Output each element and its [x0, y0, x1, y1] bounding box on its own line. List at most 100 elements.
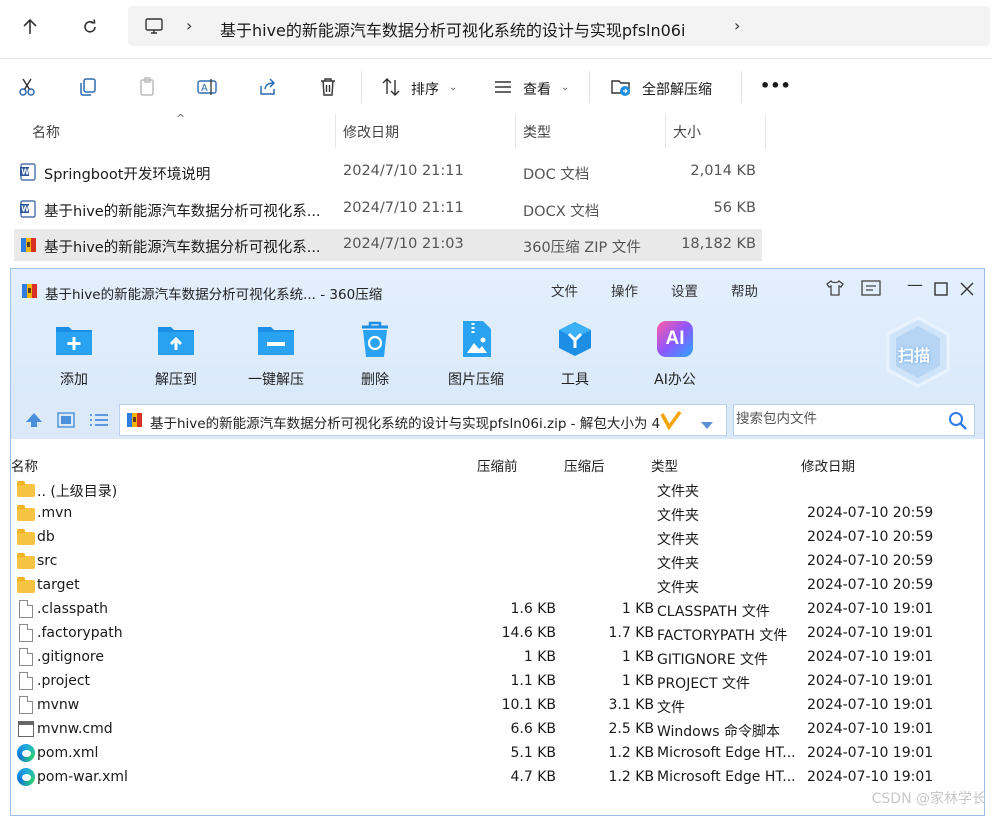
extract-to-button[interactable]: 解压到 [136, 319, 216, 389]
paste-icon[interactable] [137, 76, 159, 98]
file-row-selected[interactable]: 基于hive的新能源汽车数据分析可视化系... 2024/7/10 21:03 … [14, 229, 762, 261]
breadcrumb-chevron-icon[interactable]: › [186, 16, 192, 35]
column-header-after[interactable]: 压缩后 [564, 455, 605, 475]
entry-date: 2024-07-10 19:01 [807, 697, 934, 713]
column-header-size[interactable]: 大小 [673, 122, 701, 142]
search-input[interactable] [736, 411, 936, 427]
sort-button[interactable]: 排序 [411, 79, 439, 99]
archive-path-field[interactable]: 基于hive的新能源汽车数据分析可视化系统的设计与实现pfsln06i.zip … [119, 404, 727, 436]
entry-type: 文件夹 [657, 580, 699, 596]
entry-type: 文件夹 [657, 556, 699, 572]
column-header-type[interactable]: 类型 [523, 122, 551, 142]
edge-browser-icon [17, 744, 35, 762]
extract-all-icon[interactable] [610, 76, 632, 98]
thumbnail-view-icon[interactable] [57, 412, 75, 432]
column-divider[interactable] [665, 114, 666, 148]
image-compress-button[interactable]: 图片压缩 [436, 319, 516, 389]
word-docx-icon: W [20, 200, 36, 218]
archive-row[interactable]: target 文件夹 2024-07-10 20:59 [11, 574, 984, 598]
column-header-name[interactable]: 名称 [11, 455, 38, 475]
entry-type: 文件 [657, 700, 685, 716]
zip-archive-icon [20, 236, 36, 254]
archive-row[interactable]: pom-war.xml 4.7 KB 1.2 KB Microsoft Edge… [11, 766, 984, 790]
up-arrow-icon[interactable] [17, 14, 43, 40]
maximize-icon[interactable] [934, 281, 948, 300]
archive-row[interactable]: db 文件夹 2024-07-10 20:59 [11, 526, 984, 550]
entry-date: 2024-07-10 19:01 [807, 673, 934, 689]
column-header-date[interactable]: 修改日期 [801, 455, 855, 475]
archive-row[interactable]: .. (上级目录) 文件夹 [11, 478, 984, 502]
archive-row[interactable]: mvnw.cmd 6.6 KB 2.5 KB Windows 命令脚本 2024… [11, 718, 984, 742]
skin-icon[interactable] [825, 279, 845, 301]
column-header-before[interactable]: 压缩前 [477, 455, 518, 475]
chevron-down-icon[interactable]: ⌄ [449, 82, 457, 93]
scan-label: 扫描 [898, 346, 931, 365]
tools-cube-icon [555, 319, 595, 359]
breadcrumb-chevron-icon[interactable]: › [734, 16, 740, 35]
column-header-date[interactable]: 修改日期 [343, 122, 399, 142]
share-icon[interactable] [257, 76, 279, 98]
delete-zip-button[interactable]: 删除 [335, 319, 415, 389]
column-divider[interactable] [765, 114, 766, 148]
more-options-button[interactable]: ••• [760, 76, 791, 95]
view-button[interactable]: 查看 [523, 79, 551, 99]
extract-to-label: 解压到 [155, 372, 197, 388]
close-icon[interactable] [960, 281, 974, 300]
file-row[interactable]: W Springboot开发环境说明 2024/7/10 21:11 DOC 文… [14, 156, 762, 188]
scan-shield-button[interactable]: 扫描 [885, 316, 951, 388]
chevron-down-icon[interactable]: ⌄ [561, 82, 569, 93]
list-view-icon[interactable] [89, 412, 109, 432]
archive-row[interactable]: src 文件夹 2024-07-10 20:59 [11, 550, 984, 574]
breadcrumb-folder[interactable]: 基于hive的新能源汽车数据分析可视化系统的设计与实现pfsln06i [220, 17, 685, 41]
entry-name: src [37, 553, 58, 569]
menu-file[interactable]: 文件 [551, 280, 578, 300]
entry-size-before: 1.6 KB [510, 601, 557, 617]
file-size: 56 KB [713, 200, 756, 216]
minimize-icon[interactable]: — [907, 275, 923, 294]
archive-row[interactable]: .classpath 1.6 KB 1 KB CLASSPATH 文件 2024… [11, 598, 984, 622]
column-header-name[interactable]: 名称 [32, 122, 60, 142]
archive-search-box[interactable] [733, 404, 975, 436]
feedback-icon[interactable] [861, 280, 881, 300]
search-icon[interactable] [948, 411, 968, 435]
edge-browser-icon [17, 768, 35, 786]
archive-column-header: 名称 压缩前 压缩后 类型 修改日期 [11, 453, 984, 475]
ai-office-button[interactable]: AI AI办公 [635, 319, 715, 389]
archive-row[interactable]: mvnw 10.1 KB 3.1 KB 文件 2024-07-10 19:01 [11, 694, 984, 718]
entry-date: 2024-07-10 20:59 [807, 529, 934, 545]
entry-name: .. (上级目录) [37, 484, 118, 500]
archive-row[interactable]: .mvn 文件夹 2024-07-10 20:59 [11, 502, 984, 526]
entry-name: .mvn [37, 505, 73, 521]
up-level-icon[interactable] [25, 412, 43, 432]
archive-row[interactable]: .factorypath 14.6 KB 1.7 KB FACTORYPATH … [11, 622, 984, 646]
column-divider[interactable] [515, 114, 516, 148]
entry-name: mvnw.cmd [37, 721, 113, 737]
rename-icon[interactable]: A [196, 76, 218, 98]
archive-row[interactable]: .gitignore 1 KB 1 KB GITIGNORE 文件 2024-0… [11, 646, 984, 670]
copy-icon[interactable] [77, 76, 99, 98]
cut-icon[interactable] [17, 76, 39, 98]
zip-path-bar: 基于hive的新能源汽车数据分析可视化系统的设计与实现pfsln06i.zip … [11, 395, 984, 439]
add-label: 添加 [60, 372, 88, 388]
archive-row[interactable]: .project 1.1 KB 1 KB PROJECT 文件 2024-07-… [11, 670, 984, 694]
address-bar[interactable]: › 基于hive的新能源汽车数据分析可视化系统的设计与实现pfsln06i › [128, 6, 990, 46]
sort-icon[interactable] [380, 76, 402, 98]
column-header-type[interactable]: 类型 [651, 455, 678, 475]
add-button[interactable]: 添加 [34, 319, 114, 389]
menu-settings[interactable]: 设置 [671, 280, 698, 300]
extract-all-button[interactable]: 全部解压缩 [642, 79, 712, 99]
menu-help[interactable]: 帮助 [731, 280, 758, 300]
entry-date: 2024-07-10 20:59 [807, 577, 934, 593]
view-icon[interactable] [492, 76, 514, 98]
entry-type: CLASSPATH 文件 [657, 604, 770, 620]
tools-button[interactable]: 工具 [535, 319, 615, 389]
file-row[interactable]: W 基于hive的新能源汽车数据分析可视化系... 2024/7/10 21:1… [14, 193, 762, 225]
delete-icon[interactable] [317, 76, 339, 98]
archive-row[interactable]: pom.xml 5.1 KB 1.2 KB Microsoft Edge HT.… [11, 742, 984, 766]
menu-operate[interactable]: 操作 [611, 280, 638, 300]
column-divider[interactable] [335, 114, 336, 148]
dropdown-arrow-icon[interactable] [700, 416, 714, 435]
one-click-extract-button[interactable]: 一键解压 [236, 319, 316, 389]
entry-type: Windows 命令脚本 [657, 724, 780, 740]
refresh-icon[interactable] [77, 14, 103, 40]
